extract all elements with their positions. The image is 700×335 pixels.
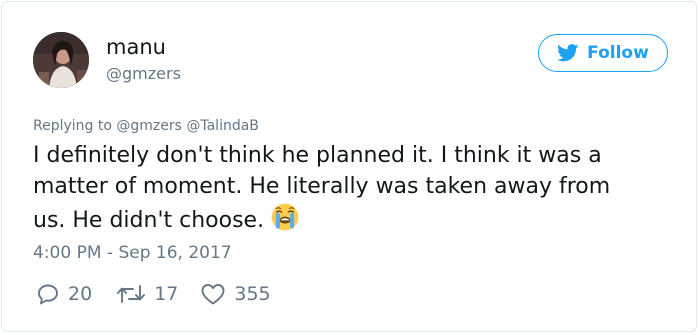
retweet-icon (117, 285, 146, 303)
tweet-card: manu @gmzers Follow Replying to @gmzers … (1, 1, 697, 332)
reply-button[interactable]: 20 (36, 282, 92, 306)
tweet-text: I definitely don't think he planned it. … (33, 140, 683, 236)
follow-button[interactable]: Follow (538, 34, 668, 72)
follow-label: Follow (587, 43, 649, 63)
reply-count: 20 (68, 283, 93, 305)
avatar-image (33, 32, 89, 88)
tweet-timestamp[interactable]: 4:00 PM - Sep 16, 2017 (33, 242, 232, 264)
twitter-bird-icon (557, 44, 579, 62)
retweet-button[interactable]: 17 (116, 282, 178, 306)
loudly-crying-face-icon (271, 203, 299, 231)
avatar[interactable] (33, 32, 89, 88)
display-name[interactable]: manu (106, 34, 166, 60)
like-count: 355 (234, 283, 271, 305)
replying-to[interactable]: Replying to @gmzers @TalindaB (33, 117, 259, 135)
heart-icon (201, 284, 225, 305)
like-button[interactable]: 355 (200, 282, 271, 306)
retweet-count: 17 (154, 283, 179, 305)
reply-icon (38, 284, 58, 305)
user-handle[interactable]: @gmzers (106, 64, 181, 84)
tweet-actions: 20 17 355 (36, 282, 271, 306)
tweet-body: I definitely don't think he planned it. … (33, 143, 611, 233)
